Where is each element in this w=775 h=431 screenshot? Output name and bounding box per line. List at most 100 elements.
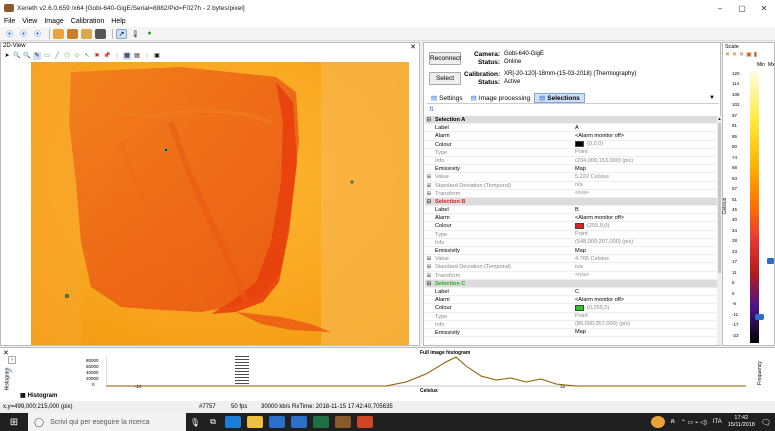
expand-icon[interactable]: ⊞ xyxy=(425,255,433,262)
colour-cell[interactable]: (255,0,0) xyxy=(573,222,717,230)
expand-icon[interactable]: ⊞ xyxy=(425,173,433,180)
minimize-button[interactable]: – xyxy=(709,4,731,13)
expand-icon[interactable]: ⊞ xyxy=(425,190,433,197)
lock-icon[interactable]: ▣ xyxy=(746,51,752,58)
row-value[interactable]: B xyxy=(573,206,717,213)
capture-icon[interactable] xyxy=(53,28,64,39)
tray-icons[interactable]: ⌃ ▭ ⌁ ◁) xyxy=(681,419,707,426)
tab-selections[interactable]: ▤ Selections xyxy=(534,93,585,103)
rectangle-icon[interactable]: ▭ xyxy=(43,52,51,60)
pin-icon[interactable]: 📌 xyxy=(103,52,111,60)
thermometer-icon[interactable]: 🌡 xyxy=(130,29,141,39)
point-icon[interactable]: ◇ xyxy=(73,52,81,60)
auto-max-icon[interactable]: ✕ xyxy=(739,51,744,58)
play-icon[interactable]: ⦿ xyxy=(18,29,29,39)
scale-slider-min[interactable] xyxy=(755,314,764,320)
colour-swatch[interactable] xyxy=(575,223,584,230)
select-arrow-icon[interactable]: ➤ xyxy=(3,52,11,60)
close-button[interactable]: ✕ xyxy=(753,4,775,13)
row-value[interactable]: C xyxy=(573,288,717,295)
pen-icon[interactable]: ✎ xyxy=(33,52,41,60)
selection-marker-b[interactable] xyxy=(350,180,354,184)
notifications-icon[interactable]: 🗨 xyxy=(761,418,771,427)
tabs-dropdown-icon[interactable]: ▼ xyxy=(709,95,715,101)
line-icon[interactable]: ╱ xyxy=(53,52,61,60)
selection-a-header[interactable]: ⊟ Selection A xyxy=(425,116,717,125)
xeneth-icon[interactable] xyxy=(335,416,351,428)
expand-icon[interactable]: ⊞ xyxy=(425,272,433,279)
row-value[interactable]: <Alarm monitor off> xyxy=(573,214,717,221)
expand-icon[interactable]: ⊞ xyxy=(425,182,433,189)
colour-cell[interactable]: (0,255,0) xyxy=(573,304,717,311)
scale-slider-max[interactable] xyxy=(767,258,774,264)
delete-icon[interactable]: ✖ xyxy=(93,52,101,60)
histogram-tab[interactable]: ▦ Histogram xyxy=(20,392,57,400)
row-value[interactable]: Map xyxy=(573,329,717,336)
menu-calibration[interactable]: Calibration xyxy=(71,18,104,25)
selection-marker-a[interactable] xyxy=(164,148,168,152)
file-explorer-icon[interactable] xyxy=(247,416,263,428)
colour-swatch[interactable] xyxy=(575,304,584,311)
colour-swatch[interactable] xyxy=(575,141,584,148)
camera-icon[interactable] xyxy=(95,28,106,39)
auto-scale-icon[interactable]: ✕ xyxy=(725,51,730,58)
collapse-icon[interactable]: ⊟ xyxy=(425,198,433,205)
pause-icon[interactable]: ⦿ xyxy=(32,29,43,39)
expand-icon[interactable]: ⊞ xyxy=(425,263,433,270)
menu-help[interactable]: Help xyxy=(111,18,125,25)
row-value[interactable]: <Alarm monitor off> xyxy=(573,132,717,139)
maximize-button[interactable]: ▢ xyxy=(731,4,753,13)
row-value[interactable]: Map xyxy=(573,247,717,254)
start-button[interactable]: ⊞ xyxy=(0,413,28,431)
colour-cell[interactable]: (0,0,0) xyxy=(573,141,717,148)
tab-settings[interactable]: ▤ Settings xyxy=(427,93,467,103)
row-value[interactable]: <Alarm monitor off> xyxy=(573,296,717,303)
select-button[interactable]: Select xyxy=(429,72,461,85)
layout-icon[interactable]: ▦ xyxy=(123,52,131,60)
menu-view[interactable]: View xyxy=(22,18,37,25)
edge-icon[interactable] xyxy=(225,416,241,428)
selection-marker-c[interactable] xyxy=(65,294,69,298)
zoom-out-icon[interactable]: 🔍 xyxy=(23,52,31,60)
powerpoint-icon[interactable] xyxy=(357,416,373,428)
auto-min-icon[interactable]: ✕ xyxy=(732,51,737,58)
zoom-in-icon[interactable]: 🔍 xyxy=(13,52,21,60)
histogram-min-marker[interactable] xyxy=(235,356,249,386)
tab-image-processing[interactable]: ▤ Image processing xyxy=(467,93,534,103)
row-value[interactable]: Map xyxy=(573,165,717,172)
histogram-plot[interactable] xyxy=(106,356,746,388)
pointer-icon[interactable]: ↗ xyxy=(116,28,127,39)
selection-b-header[interactable]: ⊟ Selection B xyxy=(425,197,717,207)
menu-image[interactable]: Image xyxy=(44,18,63,25)
spot-icon[interactable]: ↖ xyxy=(83,52,91,60)
grid-icon[interactable]: ▤ xyxy=(133,52,141,60)
clock[interactable]: 17:42 15/11/2018 xyxy=(728,415,755,429)
record-icon[interactable]: ⦿ xyxy=(4,29,15,39)
store-icon[interactable] xyxy=(269,416,285,428)
save-icon[interactable] xyxy=(67,28,78,39)
task-view-icon[interactable]: ⧉ xyxy=(204,417,222,427)
security-icon[interactable] xyxy=(650,416,665,428)
taskbar-search[interactable]: ◯ Scrivi qui per eseguire la ricerca xyxy=(28,413,186,431)
reconnect-button[interactable]: Reconnect xyxy=(429,52,461,65)
scroll-thumb[interactable] xyxy=(718,123,721,273)
language-indicator[interactable]: ITA xyxy=(713,419,722,425)
palette-icon[interactable]: ● xyxy=(144,29,155,39)
people-icon[interactable]: ጰ xyxy=(671,418,675,426)
palette-icon[interactable]: ▮ xyxy=(754,51,757,58)
microphone-icon[interactable]: 🎙 xyxy=(186,418,204,427)
thermal-image[interactable] xyxy=(31,62,409,345)
selection-c-header[interactable]: ⊟ Selection C xyxy=(425,279,717,288)
open-folder-icon[interactable] xyxy=(81,28,92,39)
row-value[interactable]: A xyxy=(573,124,717,131)
excel-icon[interactable] xyxy=(313,416,329,428)
histogram-expand-button[interactable]: › xyxy=(8,356,16,364)
export-icon[interactable]: ▣ xyxy=(153,52,161,60)
collapse-icon[interactable]: ⊟ xyxy=(425,280,433,287)
menu-file[interactable]: File xyxy=(4,18,15,25)
collapse-icon[interactable]: ⊟ xyxy=(425,116,433,123)
polygon-icon[interactable]: ⬠ xyxy=(63,52,71,60)
view-2d-close-button[interactable]: ✕ xyxy=(410,43,419,51)
sort-icon[interactable]: ⇅ xyxy=(429,106,434,113)
mail-icon[interactable] xyxy=(291,416,307,428)
